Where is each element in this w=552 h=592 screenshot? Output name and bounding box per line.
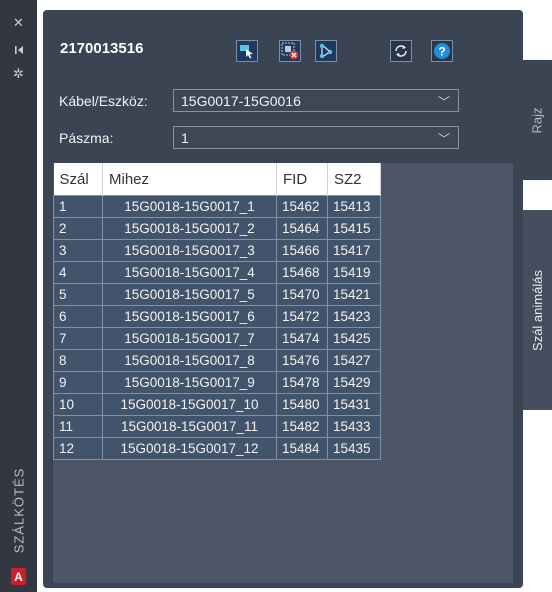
table-cell[interactable]: 15G0018-15G0017_11 — [102, 415, 277, 438]
grid-header-row: Szál Mihez FID SZ2 — [53, 163, 381, 196]
table-cell[interactable]: 15G0018-15G0017_8 — [102, 349, 277, 372]
svg-text:?: ? — [438, 45, 445, 59]
table-cell[interactable]: 15G0018-15G0017_9 — [102, 371, 277, 394]
table-row[interactable]: 7 15G0018-15G0017_7 15474 15425 — [53, 327, 381, 350]
table-row[interactable]: 8 15G0018-15G0017_8 15476 15427 — [53, 349, 381, 372]
paszma-value: 1 — [181, 130, 189, 146]
table-cell[interactable]: 15464 — [276, 217, 328, 240]
kabel-select[interactable]: 15G0017-15G0016 ﹀ — [173, 89, 459, 112]
delete-icon — [281, 42, 299, 60]
kabel-value: 15G0017-15G0016 — [181, 93, 301, 109]
table-cell[interactable]: 15433 — [327, 415, 381, 438]
table-cell[interactable]: 15462 — [276, 195, 328, 218]
select-arrow-icon — [240, 45, 253, 59]
table-cell[interactable]: 8 — [53, 349, 103, 372]
table-cell[interactable]: 15413 — [327, 195, 381, 218]
connection-button[interactable] — [315, 40, 337, 62]
table-cell[interactable]: 15427 — [327, 349, 381, 372]
table-row[interactable]: 1 15G0018-15G0017_1 15462 15413 — [53, 195, 381, 218]
gear-icon[interactable]: ✲ — [0, 65, 37, 83]
table-cell[interactable]: 12 — [53, 437, 103, 460]
table-row[interactable]: 9 15G0018-15G0017_9 15478 15429 — [53, 371, 381, 394]
chevron-down-icon: ﹀ — [437, 132, 450, 146]
table-cell[interactable]: 3 — [53, 239, 103, 262]
side-strip: ✕ ✲ SZÁLKÖTÉS A — [0, 0, 37, 592]
table-cell[interactable]: 15423 — [327, 305, 381, 328]
table-row[interactable]: 12 15G0018-15G0017_12 15484 15435 — [53, 437, 381, 460]
table-row[interactable]: 3 15G0018-15G0017_3 15466 15417 — [53, 239, 381, 262]
fiber-grid: Szál Mihez FID SZ2 1 15G0018-15G0017_1 154… — [53, 163, 381, 460]
table-cell[interactable]: 15417 — [327, 239, 381, 262]
table-cell[interactable]: 15482 — [276, 415, 328, 438]
column-header-fid[interactable]: FID — [276, 163, 328, 196]
table-cell[interactable]: 1 — [53, 195, 103, 218]
table-row[interactable]: 5 15G0018-15G0017_5 15470 15421 — [53, 283, 381, 306]
table-cell[interactable]: 15G0018-15G0017_1 — [102, 195, 277, 218]
table-cell[interactable]: 15472 — [276, 305, 328, 328]
table-row[interactable]: 4 15G0018-15G0017_4 15468 15419 — [53, 261, 381, 284]
table-cell[interactable]: 15466 — [276, 239, 328, 262]
table-cell[interactable]: 4 — [53, 261, 103, 284]
column-header-sz2[interactable]: SZ2 — [327, 163, 381, 196]
app-logo-icon: A — [11, 568, 26, 585]
table-cell[interactable]: 15G0018-15G0017_6 — [102, 305, 277, 328]
table-cell[interactable]: 15G0018-15G0017_2 — [102, 217, 277, 240]
table-cell[interactable]: 2 — [53, 217, 103, 240]
main-panel: 2170013516 ? Kábel/Eszköz: 15G0017-15G00… — [43, 10, 523, 588]
table-cell[interactable]: 9 — [53, 371, 103, 394]
table-cell[interactable]: 7 — [53, 327, 103, 350]
table-cell[interactable]: 15G0018-15G0017_7 — [102, 327, 277, 350]
paszma-select[interactable]: 1 ﹀ — [173, 126, 459, 149]
table-cell[interactable]: 15480 — [276, 393, 328, 416]
select-object-button[interactable] — [236, 40, 258, 62]
table-row[interactable]: 6 15G0018-15G0017_6 15472 15423 — [53, 305, 381, 328]
table-cell[interactable]: 10 — [53, 393, 103, 416]
chevron-down-icon: ﹀ — [437, 95, 450, 109]
remove-button[interactable] — [279, 40, 301, 62]
kabel-label: Kábel/Eszköz: — [59, 93, 148, 109]
table-cell[interactable]: 15G0018-15G0017_12 — [102, 437, 277, 460]
object-id: 2170013516 — [60, 40, 144, 57]
table-cell[interactable]: 15470 — [276, 283, 328, 306]
table-cell[interactable]: 15429 — [327, 371, 381, 394]
table-cell[interactable]: 15468 — [276, 261, 328, 284]
table-cell[interactable]: 15478 — [276, 371, 328, 394]
table-cell[interactable]: 15G0018-15G0017_3 — [102, 239, 277, 262]
table-cell[interactable]: 15435 — [327, 437, 381, 460]
help-button[interactable]: ? — [431, 40, 453, 62]
table-row[interactable]: 11 15G0018-15G0017_11 15482 15433 — [53, 415, 381, 438]
table-cell[interactable]: 15431 — [327, 393, 381, 416]
network-icon — [319, 43, 333, 59]
pin-icon[interactable] — [0, 41, 37, 59]
column-header-mihez[interactable]: Mihez — [102, 163, 277, 196]
help-icon: ? — [434, 43, 450, 59]
table-cell[interactable]: 15474 — [276, 327, 328, 350]
table-cell[interactable]: 15G0018-15G0017_4 — [102, 261, 277, 284]
refresh-icon — [395, 45, 407, 57]
table-cell[interactable]: 11 — [53, 415, 103, 438]
close-icon[interactable]: ✕ — [0, 14, 37, 32]
table-row[interactable]: 2 15G0018-15G0017_2 15464 15415 — [53, 217, 381, 240]
table-cell[interactable]: 15419 — [327, 261, 381, 284]
table-cell[interactable]: 15476 — [276, 349, 328, 372]
table-cell[interactable]: 15425 — [327, 327, 381, 350]
table-cell[interactable]: 15G0018-15G0017_5 — [102, 283, 277, 306]
table-cell[interactable]: 5 — [53, 283, 103, 306]
table-cell[interactable]: 6 — [53, 305, 103, 328]
grid-body: 1 15G0018-15G0017_1 15462 15413 2 15G0018-15G… — [53, 195, 381, 460]
tab-szal-animalas[interactable]: Szál animálás — [523, 210, 552, 410]
table-cell[interactable]: 15421 — [327, 283, 381, 306]
side-tabs: Rajz Szál animálás — [523, 0, 552, 592]
palette-title: SZÁLKÖTÉS — [11, 467, 27, 553]
paszma-label: Pászma: — [59, 130, 114, 146]
table-cell[interactable]: 15G0018-15G0017_10 — [102, 393, 277, 416]
table-row[interactable]: 10 15G0018-15G0017_10 15480 15431 — [53, 393, 381, 416]
refresh-button[interactable] — [390, 40, 412, 62]
column-header-szal[interactable]: Szál — [53, 163, 103, 196]
table-cell[interactable]: 15484 — [276, 437, 328, 460]
table-cell[interactable]: 15415 — [327, 217, 381, 240]
tab-rajz[interactable]: Rajz — [523, 60, 552, 180]
